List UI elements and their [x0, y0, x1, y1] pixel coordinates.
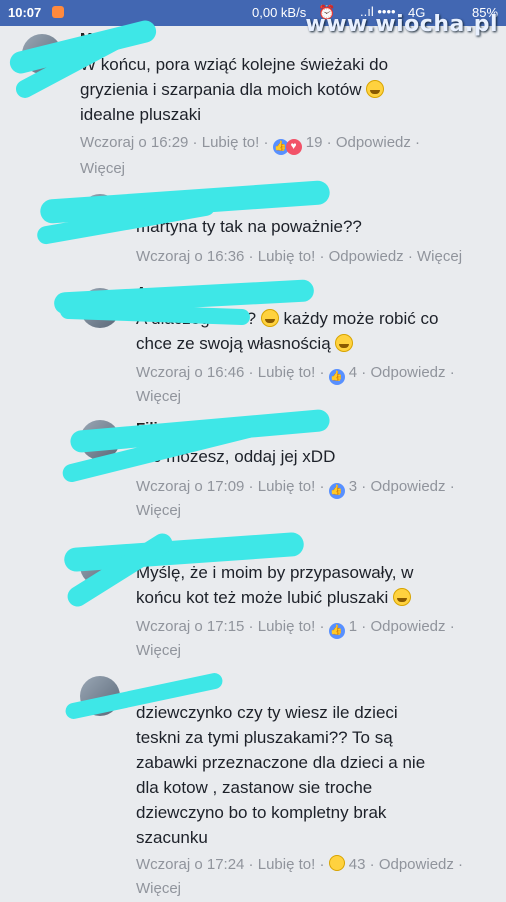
comment-meta: Wczoraj o 17:09 · Lubię to! · 👍 3 · Odpo… [136, 474, 455, 500]
haha-reaction-icon [328, 855, 345, 871]
comment-meta: Wczoraj o 17:24 · Lubię to! · 43 · Odpow… [136, 855, 464, 873]
status-time: 10:07 [8, 5, 42, 20]
comment-text: Myślę, że i moim by przypasowały, w końc… [136, 563, 414, 607]
more-link[interactable]: Więcej [80, 156, 125, 182]
network-speed: 0,00 kB/s [252, 5, 307, 20]
timestamp[interactable]: Wczoraj o 16:36 [136, 248, 244, 265]
timestamp[interactable]: Wczoraj o 17:15 [136, 618, 244, 635]
reaction-count[interactable]: 19 [306, 134, 323, 151]
like-link[interactable]: Lubię to! [202, 134, 260, 151]
timestamp[interactable]: Wczoraj o 17:24 [136, 856, 244, 873]
notification-icon [52, 6, 64, 18]
grin-emoji-icon [366, 80, 385, 98]
reply-link[interactable]: Odpowiedz [379, 856, 454, 873]
like-reaction-icon: 👍 [328, 623, 345, 639]
comment-text: W końcu, pora wziąć kolejne świeżaki do … [80, 55, 389, 124]
timestamp[interactable]: Wczoraj o 16:29 [80, 134, 188, 151]
more-link[interactable]: Więcej [417, 248, 462, 265]
like-link[interactable]: Lubię to! [258, 618, 316, 635]
smile-emoji-icon [335, 334, 354, 352]
like-link[interactable]: Lubię to! [258, 856, 316, 873]
like-link[interactable]: Lubię to! [258, 364, 316, 381]
like-link[interactable]: Lubię to! [258, 248, 316, 265]
reply-link[interactable]: Odpowiedz [336, 134, 411, 151]
watermark: www.wiocha.pl [305, 12, 498, 37]
grin-emoji-icon [393, 588, 412, 606]
laughing-emoji-icon [260, 309, 279, 327]
comment-meta: Wczoraj o 16:36 · Lubię to! · Odpowiedz … [136, 248, 463, 265]
like-reaction-icon: 👍 [328, 483, 345, 499]
reply-link[interactable]: Odpowiedz [370, 618, 445, 635]
more-link[interactable]: Więcej [136, 498, 181, 524]
reaction-count[interactable]: 3 [349, 478, 357, 495]
comment-text: dziewczynko czy ty wiesz ile dzieci tesk… [136, 703, 426, 847]
reply-link[interactable]: Odpowiedz [370, 478, 445, 495]
comment-meta: Wczoraj o 16:29 · Lubię to! · 👍 ♥ 19 · Od… [80, 130, 420, 156]
more-link[interactable]: Więcej [136, 384, 181, 410]
comment-meta: Wczoraj o 16:46 · Lubię to! · 👍 4 · Odpo… [136, 360, 455, 386]
reaction-count[interactable]: 4 [349, 364, 357, 381]
comment-meta: Wczoraj o 17:15 · Lubię to! · 👍 1 · Odpo… [136, 614, 455, 640]
more-link[interactable]: Więcej [136, 638, 181, 664]
reply-link[interactable]: Odpowiedz [370, 364, 445, 381]
love-reaction-icon: ♥ [285, 139, 302, 155]
like-reaction-icon: 👍 [328, 369, 345, 385]
reaction-count[interactable]: 1 [349, 618, 357, 635]
timestamp[interactable]: Wczoraj o 16:46 [136, 364, 244, 381]
reply-link[interactable]: Odpowiedz [329, 248, 404, 265]
more-link[interactable]: Więcej [136, 876, 181, 902]
reaction-count[interactable]: 43 [349, 856, 366, 873]
like-link[interactable]: Lubię to! [258, 478, 316, 495]
timestamp[interactable]: Wczoraj o 17:09 [136, 478, 244, 495]
